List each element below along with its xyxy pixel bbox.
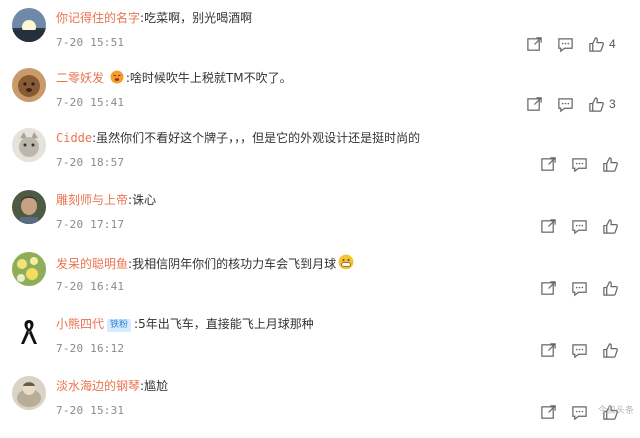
comment-date: 7-20 <box>56 36 84 49</box>
share-icon <box>541 404 556 419</box>
share-button[interactable] <box>540 342 557 359</box>
username-link[interactable]: 雕刻师与上帝 <box>56 193 128 207</box>
comment-item: 二零妖发 :啥时候吹牛上税就TM不吹了。 7-20 15:41 3 <box>0 68 640 130</box>
comment-icon <box>572 405 587 420</box>
comment-text: 尴尬 <box>144 379 169 393</box>
username-link[interactable]: 二零妖发 <box>56 71 104 85</box>
username-link[interactable]: 发呆的聪明鱼 <box>56 257 128 271</box>
avatar[interactable] <box>12 190 46 224</box>
comment-text: 虽然你们不看好这个牌子，，，但是它的外观设计还是挺时尚的 <box>96 131 421 145</box>
thumbs-up-icon <box>589 96 604 112</box>
share-icon <box>527 36 542 51</box>
fan-badge: 铁粉 <box>107 319 132 332</box>
comment-time: 15:51 <box>90 36 125 49</box>
comment-time: 15:31 <box>90 404 125 417</box>
comment-icon <box>572 281 587 296</box>
avatar[interactable] <box>12 8 46 42</box>
reply-button[interactable] <box>571 342 588 359</box>
share-icon <box>541 218 556 233</box>
like-button[interactable]: 4 <box>588 36 616 53</box>
comment-text: 我相信阴年你们的核功力车会飞到月球 <box>132 257 337 271</box>
comment-date: 7-20 <box>56 280 84 293</box>
share-icon <box>541 280 556 295</box>
comment-icon <box>558 37 573 52</box>
comment-text: 5年出飞车，直接能飞上月球那种 <box>138 317 314 331</box>
reply-button[interactable] <box>557 96 574 113</box>
comment-date: 7-20 <box>56 156 84 169</box>
like-button[interactable] <box>602 280 623 297</box>
thumbs-up-icon <box>603 156 618 172</box>
share-button[interactable] <box>540 156 557 173</box>
like-button[interactable] <box>602 218 623 235</box>
comment-time: 17:17 <box>90 218 125 231</box>
reply-button[interactable] <box>571 218 588 235</box>
comment-item: 雕刻师与上帝:诛心 7-20 17:17 <box>0 190 640 252</box>
comment-icon <box>572 219 587 234</box>
comment-text: 吃菜啊，别光喝酒啊 <box>144 11 253 25</box>
username-link[interactable]: 淡水海边的钢琴 <box>56 379 140 393</box>
comment-text: 啥时候吹牛上税就TM不吹了。 <box>129 71 292 85</box>
reply-button[interactable] <box>571 404 588 421</box>
avatar[interactable] <box>12 128 46 162</box>
watermark: 今日头条 <box>597 406 634 416</box>
grin-emoji-icon <box>338 254 354 270</box>
like-button[interactable]: 3 <box>588 96 616 113</box>
comment-date: 7-20 <box>56 404 84 417</box>
comment-time: 16:41 <box>90 280 125 293</box>
share-button[interactable] <box>540 218 557 235</box>
thumbs-up-icon <box>603 342 618 358</box>
comment-icon <box>558 97 573 112</box>
like-count: 4 <box>609 37 616 51</box>
comment-item: 你记得住的名字:吃菜啊，别光喝酒啊 7-20 15:51 4 <box>0 8 640 70</box>
comment-item: 小熊四代 铁粉:5年出飞车，直接能飞上月球那种 7-20 16:12 <box>0 314 640 376</box>
avatar[interactable] <box>12 252 46 286</box>
comment-date: 7-20 <box>56 96 84 109</box>
username-link[interactable]: 小熊四代 <box>56 317 104 331</box>
avatar[interactable] <box>12 68 46 102</box>
share-button[interactable] <box>526 96 543 113</box>
comment-list: 你记得住的名字:吃菜啊，别光喝酒啊 7-20 15:51 4 二零妖发 :啥时候… <box>0 0 640 422</box>
thumbs-up-icon <box>603 280 618 296</box>
like-button[interactable] <box>602 342 623 359</box>
like-button[interactable] <box>602 156 623 173</box>
reply-button[interactable] <box>571 156 588 173</box>
avatar[interactable] <box>12 376 46 410</box>
comment-item: 发呆的聪明鱼:我相信阴年你们的核功力车会飞到月球 7-20 16:41 <box>0 252 640 314</box>
username-link[interactable]: Cidde <box>56 131 92 145</box>
avatar[interactable] <box>12 314 46 348</box>
share-button[interactable] <box>526 36 543 53</box>
comment-date: 7-20 <box>56 218 84 231</box>
share-button[interactable] <box>540 280 557 297</box>
share-icon <box>541 156 556 171</box>
thumbs-up-icon <box>589 36 604 52</box>
comment-time: 15:41 <box>90 96 125 109</box>
comment-item: 淡水海边的钢琴:尴尬 7-20 15:31 <box>0 376 640 438</box>
share-icon <box>541 342 556 357</box>
reply-button[interactable] <box>557 36 574 53</box>
comment-icon <box>572 157 587 172</box>
comment-date: 7-20 <box>56 342 84 355</box>
share-button[interactable] <box>540 404 557 421</box>
comment-time: 16:12 <box>90 342 125 355</box>
comment-text: 诛心 <box>132 193 157 207</box>
reply-button[interactable] <box>571 280 588 297</box>
emoji-icon <box>110 70 124 84</box>
comment-icon <box>572 343 587 358</box>
username-link[interactable]: 你记得住的名字 <box>56 11 140 25</box>
comment-time: 18:57 <box>90 156 125 169</box>
like-count: 3 <box>609 97 616 111</box>
comment-item: Cidde:虽然你们不看好这个牌子，，，但是它的外观设计还是挺时尚的 7-20 … <box>0 128 640 190</box>
thumbs-up-icon <box>603 218 618 234</box>
share-icon <box>527 96 542 111</box>
